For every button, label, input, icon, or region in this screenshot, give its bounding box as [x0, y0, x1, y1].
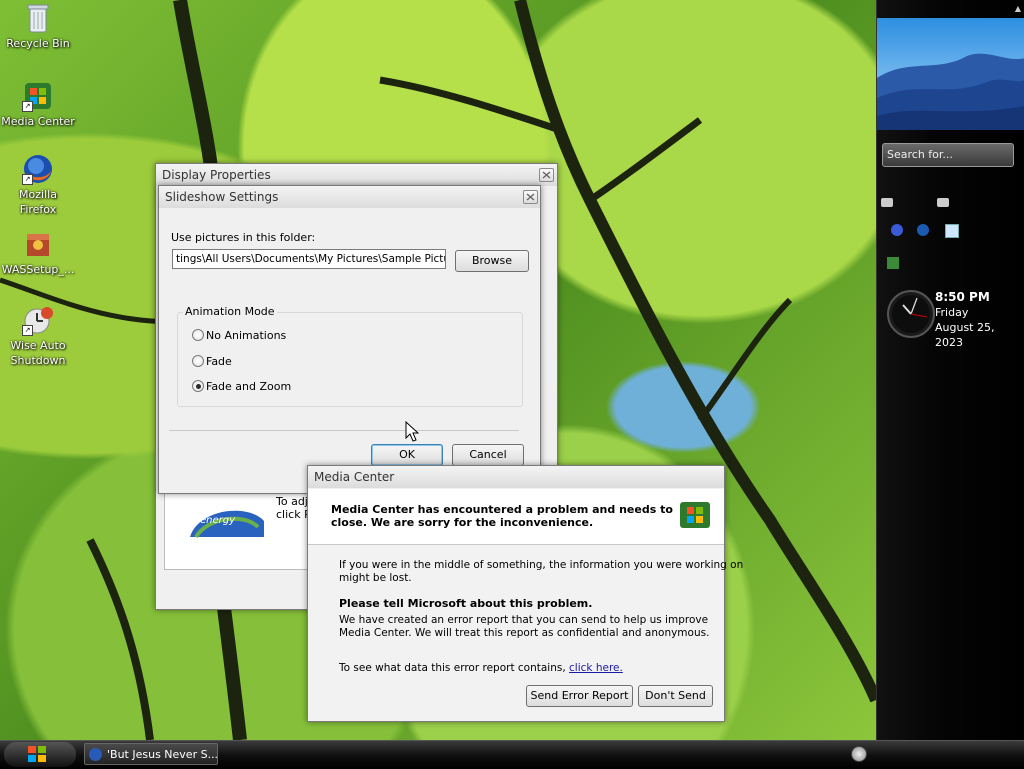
folder-label: Use pictures in this folder: [171, 231, 316, 244]
browse-button[interactable]: Browse [455, 250, 529, 272]
slideshow-settings-dialog[interactable]: Slideshow Settings Use pictures in this … [158, 185, 541, 494]
dont-send-button[interactable]: Don't Send [638, 685, 713, 707]
media-center-logo-icon [680, 502, 710, 528]
see-data-text: To see what data this error report conta… [339, 662, 623, 674]
wise-auto-shutdown-icon: ↗ [22, 304, 54, 336]
recycle-bin-icon [22, 2, 54, 34]
media-center-icon: ↗ [22, 80, 54, 112]
taskbar-item-label: 'But Jesus Never S... [107, 748, 218, 761]
close-button[interactable] [539, 168, 554, 182]
error-dialog-title: Media Center [314, 470, 395, 484]
taskbar: 'But Jesus Never S... [0, 740, 1024, 769]
sidebar-expand-arrow-icon[interactable]: ▲ [1015, 4, 1021, 13]
energy-logo-text: energy [200, 515, 236, 526]
folder-path-value: tings\All Users\Documents\My Pictures\Sa… [176, 253, 446, 265]
show-desktop-icon[interactable] [851, 746, 867, 762]
desktop-icon-wise-auto-shutdown[interactable]: ↗ Wise Auto Shutdown [0, 304, 76, 368]
desktop-icon-wassetup[interactable]: WASSetup_... [0, 228, 76, 277]
error-info-line2: might be lost. [339, 572, 412, 584]
close-icon [542, 171, 551, 179]
error-heading-line2: close. We are sorry for the inconvenienc… [331, 516, 594, 529]
clock-day: Friday [935, 306, 969, 319]
error-info-line1: If you were in the middle of something, … [339, 559, 744, 571]
desktop-icon-firefox[interactable]: ↗ Mozilla Firefox [0, 153, 76, 217]
report-info-line2: Media Center. We will treat this report … [339, 627, 710, 639]
windows-sidebar: ▲ Search for... 8:50 PM Friday August 25… [876, 0, 1024, 740]
clock-time: 8:50 PM [935, 290, 990, 304]
dialog-title: Slideshow Settings [165, 190, 279, 204]
desktop-icon-label: Mozilla Firefox [19, 188, 57, 216]
display-properties-titlebar[interactable]: Display Properties [156, 164, 557, 186]
mouse-cursor-icon [405, 421, 419, 442]
shortcut-arrow-icon: ↗ [22, 101, 33, 112]
clock-date: August 25, 2023 [935, 321, 995, 349]
desktop-icon-label: Media Center [1, 115, 75, 128]
feed-icon[interactable] [937, 198, 949, 207]
error-heading-line1: Media Center has encountered a problem a… [331, 503, 673, 516]
desktop-icon-label: Wise Auto Shutdown [10, 339, 66, 367]
firefox-small-icon[interactable] [917, 224, 929, 236]
slideshow-settings-titlebar[interactable]: Slideshow Settings [159, 186, 540, 208]
close-button[interactable] [523, 190, 538, 204]
folder-path-input[interactable]: tings\All Users\Documents\My Pictures\Sa… [172, 249, 446, 269]
radio-no-animations[interactable] [192, 329, 204, 341]
see-data-prefix: To see what data this error report conta… [339, 662, 566, 674]
gadget-app-icon[interactable] [887, 257, 899, 269]
window-title: Display Properties [162, 168, 271, 182]
display-info-line2: click P [276, 508, 311, 521]
desktop-icon-recycle-bin[interactable]: Recycle Bin [0, 2, 76, 51]
sidebar-search-input[interactable]: Search for... [882, 143, 1014, 167]
shortcut-arrow-icon: ↗ [22, 325, 33, 336]
shortcut-arrow-icon: ↗ [22, 174, 33, 185]
error-header-panel: Media Center has encountered a problem a… [308, 489, 724, 545]
desktop-icon-label: WASSetup_... [1, 263, 75, 276]
mountain-image-icon [877, 53, 1024, 130]
ok-button[interactable]: OK [371, 444, 443, 466]
analog-clock-icon [887, 290, 935, 338]
feed-icon[interactable] [881, 198, 893, 207]
energy-star-logo: energy [188, 501, 266, 539]
radio-fade-and-zoom-label[interactable]: Fade and Zoom [206, 380, 291, 393]
windows-logo-icon [28, 746, 46, 762]
tell-microsoft-heading: Please tell Microsoft about this problem… [339, 597, 593, 610]
radio-fade-label[interactable]: Fade [206, 355, 232, 368]
desktop-icon-media-center[interactable]: ↗ Media Center [0, 80, 76, 129]
radio-fade[interactable] [192, 355, 204, 367]
media-center-error-dialog[interactable]: Media Center Media Center has encountere… [307, 465, 743, 722]
taskbar-firefox-icon [89, 748, 102, 761]
slideshow-gadget[interactable] [877, 18, 1024, 130]
display-info-line1: To adj [276, 495, 308, 508]
click-here-link[interactable]: click here. [569, 662, 623, 674]
clock-text: 8:50 PM Friday August 25, 2023 [935, 290, 1024, 350]
desktop-icon-label: Recycle Bin [6, 37, 70, 50]
taskbar-item-browser[interactable]: 'But Jesus Never S... [84, 743, 218, 765]
wassetup-icon [22, 228, 54, 260]
report-info-line1: We have created an error report that you… [339, 614, 709, 626]
error-dialog-titlebar[interactable]: Media Center [308, 466, 724, 488]
send-error-report-button[interactable]: Send Error Report [526, 685, 633, 707]
dialog-separator [169, 430, 519, 431]
animation-mode-legend: Animation Mode [183, 305, 277, 318]
globe-icon[interactable] [891, 224, 903, 236]
radio-fade-and-zoom[interactable] [192, 380, 204, 392]
cancel-button[interactable]: Cancel [452, 444, 524, 466]
firefox-icon: ↗ [22, 153, 54, 185]
close-icon [526, 193, 535, 201]
start-button[interactable] [4, 742, 76, 767]
notes-icon[interactable] [945, 224, 959, 238]
radio-no-animations-label[interactable]: No Animations [206, 329, 286, 342]
